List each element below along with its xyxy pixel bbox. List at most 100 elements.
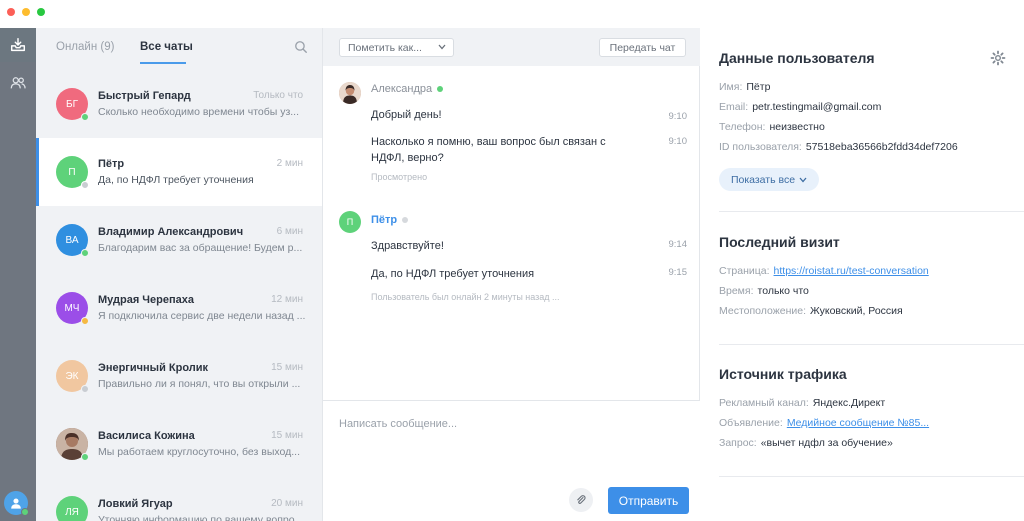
traffic-ad: Объявление: Медийное сообщение №85... — [719, 417, 929, 429]
rail-item-inbox[interactable] — [0, 28, 36, 62]
traffic-query: Запрос: «вычет ндфл за обучение» — [719, 437, 893, 449]
operator-name: Александра — [371, 83, 444, 95]
close-window-button[interactable] — [7, 8, 15, 16]
profile-avatar[interactable] — [4, 491, 29, 516]
send-button[interactable]: Отправить — [608, 487, 689, 514]
chat-time: 12 мин — [271, 294, 303, 305]
field-key: Имя: — [719, 81, 743, 93]
paperclip-icon — [577, 495, 586, 504]
chat-list-item[interactable]: П Пётр 2 мин Да, по НДФЛ требует уточнения — [36, 138, 322, 206]
message-text: Да, по НДФЛ требует уточнения — [371, 268, 535, 280]
contact-name: Василиса Кожина — [98, 430, 195, 442]
seen-status: Просмотрено — [371, 172, 428, 182]
mark-as-dropdown[interactable]: Пометить как... — [339, 38, 454, 57]
visitor-name-text: Пётр — [371, 214, 398, 226]
field-value: «вычет ндфл за обучение» — [760, 437, 893, 449]
rail-item-users[interactable] — [0, 66, 36, 100]
chat-list: Онлайн (9) Все чаты БГ Быстрый Гепард Толь… — [36, 28, 323, 521]
visit-page-link[interactable]: https://roistat.ru/test-conversation — [774, 265, 929, 277]
field-value: только что — [757, 285, 809, 297]
field-value: неизвестно — [769, 121, 825, 133]
avatar — [56, 428, 89, 461]
operator-photo — [339, 82, 361, 104]
status-dot — [81, 385, 89, 393]
field-value: Жуковский, Россия — [810, 305, 903, 317]
chat-list-item[interactable]: Василиса Кожина 15 мин Мы работаем круглос… — [36, 410, 322, 478]
avatar-initials: БГ — [66, 98, 78, 110]
message-preview: Да, по НДФЛ требует уточнения — [98, 174, 254, 186]
chat-list-item[interactable]: ВА Владимир Александрович 6 мин Благодарим … — [36, 206, 322, 274]
status-dot — [81, 113, 89, 121]
field-key: Время: — [719, 285, 754, 297]
message-time: 9:10 — [668, 136, 688, 147]
contact-name: Мудрая Черепаха — [98, 294, 194, 306]
chat-list-item[interactable]: ЛЯ Ловкий Ягуар 20 мин Уточняю информацию п… — [36, 478, 322, 521]
contact-name: Энергичный Кролик — [98, 362, 209, 374]
show-all-button[interactable]: Показать все — [719, 168, 819, 191]
chat-time: 15 мин — [271, 362, 303, 373]
compose-area[interactable]: Написать сообщение... Отправить — [323, 400, 700, 521]
gear-icon[interactable] — [990, 50, 1006, 66]
tab-online[interactable]: Онлайн (9) — [56, 41, 114, 53]
minimize-window-button[interactable] — [22, 8, 30, 16]
chevron-down-icon — [799, 177, 807, 182]
status-dot — [81, 453, 89, 461]
avatar-initials: ЛЯ — [65, 506, 79, 518]
chat-list-item[interactable]: БГ Быстрый Гепард Только что Сколько необхо… — [36, 70, 322, 138]
contact-name: Владимир Александрович — [98, 226, 244, 238]
field-value: petr.testingmail@gmail.com — [752, 101, 882, 113]
message-preview: Сколько необходимо времени чтобы уз... — [98, 106, 300, 118]
chat-list-item[interactable]: МЧ Мудрая Черепаха 12 мин Я подключила серв… — [36, 274, 322, 342]
search-icon[interactable] — [294, 40, 308, 54]
traffic-channel: Рекламный канал: Яндекс.Директ — [719, 397, 885, 409]
message-preview: Благодарим вас за обращение! Будем р... — [98, 242, 303, 254]
chat-list-tabs: Онлайн (9) Все чаты — [36, 28, 322, 70]
avatar: ЭК — [56, 360, 89, 393]
window-titlebar — [0, 0, 1024, 28]
field-key: Объявление: — [719, 417, 783, 429]
divider — [719, 476, 1024, 477]
chat-time: 20 мин — [271, 498, 303, 509]
message-input[interactable]: Написать сообщение... — [339, 418, 457, 430]
chat-list-item[interactable]: ЭК Энергичный Кролик 15 мин Правильно ли я … — [36, 342, 322, 410]
message-text: Насколько я помню, ваш вопрос был связан… — [371, 136, 606, 164]
field-email: Email: petr.testingmail@gmail.com — [719, 101, 881, 113]
message-preview: Я подключила сервис две недели назад ... — [98, 310, 306, 322]
users-icon — [10, 77, 26, 89]
status-dot — [81, 181, 89, 189]
inbox-icon — [10, 37, 26, 52]
field-key: Запрос: — [719, 437, 757, 449]
divider — [719, 211, 1024, 212]
field-key: ID пользователя: — [719, 141, 802, 153]
user-info-panel: Данные пользователя Имя: Пётр Email: petr.… — [700, 28, 1024, 521]
user-data-title: Данные пользователя — [719, 50, 875, 66]
message-text: Здравствуйте! — [371, 240, 444, 252]
contact-name: Ловкий Ягуар — [98, 498, 173, 510]
avatar-initials: П — [68, 166, 76, 178]
field-value: 57518eba36566b2fdd34def7206 — [805, 141, 958, 153]
message-text: Добрый день! — [371, 109, 442, 121]
field-key: Телефон: — [719, 121, 766, 133]
visitor-name: Пётр — [371, 214, 409, 226]
chat-time: Только что — [253, 90, 303, 101]
conversation-panel: Пометить как... Передать чат Александра … — [323, 28, 700, 521]
avatar-initials: ВА — [65, 234, 79, 246]
avatar-initials: ЭК — [65, 370, 79, 382]
show-all-label: Показать все — [730, 173, 796, 186]
zoom-window-button[interactable] — [37, 8, 45, 16]
attach-button[interactable] — [569, 488, 593, 512]
visit-time: Время: только что — [719, 285, 809, 297]
avatar: МЧ — [56, 292, 89, 325]
message-time: 9:10 — [668, 111, 688, 122]
avatar: ЛЯ — [56, 496, 88, 521]
traffic-ad-link[interactable]: Медийное сообщение №85... — [787, 417, 929, 429]
transfer-chat-button[interactable]: Передать чат — [599, 38, 686, 57]
last-seen-note: Пользователь был онлайн 2 минуты назад .… — [371, 292, 560, 302]
divider — [719, 344, 1024, 345]
field-value: Пётр — [746, 81, 771, 93]
field-key: Email: — [719, 101, 749, 113]
tab-all-chats[interactable]: Все чаты — [140, 41, 193, 53]
traffic-source-title: Источник трафика — [719, 366, 847, 382]
message-preview: Правильно ли я понял, что вы открыли ... — [98, 378, 301, 390]
nav-rail — [0, 28, 36, 521]
